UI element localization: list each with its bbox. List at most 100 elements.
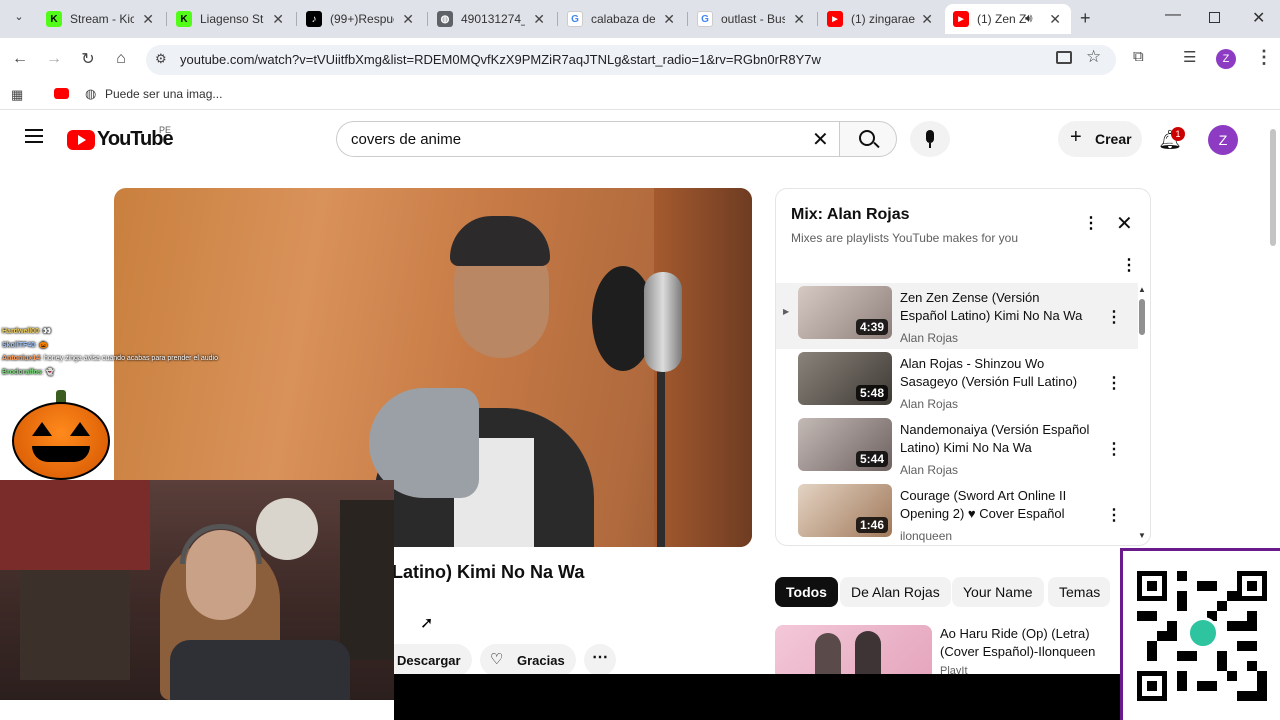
item-menu-kebab-icon[interactable]: ⋮	[1106, 373, 1122, 393]
region-code: PE	[159, 125, 172, 135]
browser-tab[interactable]: ♪ (99+)Respuestas ✕	[298, 4, 424, 34]
speaker-icon[interactable]: 🔊︎	[1025, 11, 1033, 26]
close-window-icon[interactable]: ✕	[1252, 8, 1265, 28]
bookmark-item[interactable]: Puede ser una imag...	[105, 87, 222, 101]
browser-tab[interactable]: G outlast - Bus ✕	[689, 4, 815, 34]
close-tab-icon[interactable]: ✕	[142, 11, 154, 28]
mix-item[interactable]: 5:48 Alan Rojas - Shinzou Wo Sasageyo (V…	[776, 349, 1138, 415]
hamburger-menu-icon[interactable]	[25, 129, 43, 143]
browser-tab[interactable]: K Stream - Kick ✕	[38, 4, 164, 34]
close-tab-icon[interactable]: ✕	[793, 11, 805, 28]
browser-tab-strip: ⌄ K Stream - Kick ✕ K Liagenso Stream ✕ …	[0, 0, 1280, 38]
install-app-icon[interactable]	[1056, 51, 1072, 64]
tab-search-dropdown-icon[interactable]: ⌄	[10, 10, 28, 28]
mix-item[interactable]: 5:44 Nandemonaiya (Versión Español Latin…	[776, 415, 1138, 481]
tab-title: 490131274_	[461, 12, 525, 26]
chip-your-name[interactable]: Your Name	[952, 577, 1044, 607]
home-icon[interactable]: ⌂	[108, 46, 134, 72]
browser-tab[interactable]: K Liagenso Stream ✕	[168, 4, 294, 34]
thanks-label: Gracias	[517, 653, 565, 668]
mix-options-kebab-icon[interactable]: ⋮	[1121, 255, 1137, 275]
mix-scrollbar[interactable]: ▲ ▼	[1138, 285, 1146, 543]
account-avatar[interactable]: Z	[1208, 125, 1238, 155]
duration-badge: 4:39	[855, 319, 888, 335]
profile-avatar[interactable]: Z	[1216, 49, 1236, 69]
close-tab-icon[interactable]: ✕	[533, 11, 545, 28]
close-tab-icon[interactable]: ✕	[921, 11, 933, 28]
back-icon[interactable]: ←	[7, 46, 33, 72]
recommendation-title[interactable]: Ao Haru Ride (Op) (Letra) (Cover Español…	[940, 625, 1110, 661]
duration-badge: 5:48	[855, 385, 888, 401]
extensions-icon[interactable]: ⧉	[1133, 48, 1144, 65]
tab-title: calabaza de	[591, 12, 655, 26]
youtube-bookmark-icon[interactable]	[54, 88, 69, 99]
google-icon: G	[567, 11, 583, 27]
mix-item-title: Alan Rojas - Shinzou Wo Sasageyo (Versió…	[900, 356, 1078, 389]
download-label: Descargar	[397, 653, 461, 668]
recommendation-thumbnail[interactable]	[775, 625, 932, 675]
url-text[interactable]: youtube.com/watch?v=tVUiitfbXmg&list=RDE…	[180, 52, 821, 67]
mix-item-channel: Alan Rojas	[900, 331, 959, 345]
chip-topics[interactable]: Temas	[1048, 577, 1110, 607]
mix-item[interactable]: ▶ 4:39 Zen Zen Zense (Versión Español La…	[776, 283, 1138, 349]
close-tab-icon[interactable]: ✕	[1049, 11, 1061, 28]
mix-item-channel: Alan Rojas	[900, 397, 959, 411]
mix-item-title: Nandemonaiya (Versión Español Latino) Ki…	[900, 422, 1090, 455]
apps-grid-icon[interactable]: ▦	[11, 87, 23, 103]
youtube-logo-icon[interactable]	[67, 130, 95, 150]
video-thumbnail: 5:48	[798, 352, 892, 405]
browser-tab-active[interactable]: ▶ (1) Zen Z 🔊︎ ✕	[945, 4, 1071, 34]
close-mix-icon[interactable]: ✕	[1116, 211, 1133, 236]
download-button[interactable]: Descargar	[394, 644, 472, 676]
studio-microphone	[644, 272, 682, 372]
duration-badge: 5:44	[855, 451, 888, 467]
mix-menu-kebab-icon[interactable]: ⋮	[1083, 213, 1099, 233]
new-tab-icon[interactable]: +	[1080, 8, 1091, 29]
pumpkin-icon	[12, 390, 110, 480]
now-playing-icon: ▶	[783, 307, 790, 316]
thanks-button[interactable]: ♡ Gracias	[480, 644, 576, 676]
browser-tab[interactable]: ▶ (1) zingaraes ✕	[819, 4, 943, 34]
search-input-value[interactable]: covers de anime	[351, 131, 461, 148]
kick-icon: K	[46, 11, 62, 27]
tiktok-icon: ♪	[306, 11, 322, 27]
close-tab-icon[interactable]: ✕	[272, 11, 284, 28]
browser-tab[interactable]: ◍ 490131274_ ✕	[429, 4, 555, 34]
reload-icon[interactable]: ↻	[75, 46, 101, 72]
chat-line: Antoniux14: honey zinga avisa cuando aca…	[2, 355, 218, 362]
youtube-icon: ▶	[827, 11, 843, 27]
tab-title: Stream - Kick	[70, 12, 134, 26]
duration-badge: 1:46	[855, 517, 888, 533]
site-info-icon[interactable]: ⚙	[155, 51, 167, 67]
chip-from-channel[interactable]: De Alan Rojas	[840, 577, 951, 607]
menu-kebab-icon[interactable]: ⋮	[1255, 47, 1273, 68]
tab-title: outlast - Bus	[721, 12, 785, 26]
mix-item-channel: ilonqueen	[900, 529, 953, 543]
item-menu-kebab-icon[interactable]: ⋮	[1106, 505, 1122, 525]
restore-icon[interactable]	[1209, 12, 1220, 23]
minimize-icon[interactable]: —	[1165, 6, 1181, 24]
mix-subtitle: Mixes are playlists YouTube makes for yo…	[791, 231, 1018, 245]
close-tab-icon[interactable]: ✕	[663, 11, 675, 28]
streamer-webcam	[0, 480, 394, 700]
yape-qr-code	[1120, 548, 1280, 720]
globe-icon: ◍	[437, 11, 453, 27]
clear-search-icon[interactable]: ✕	[812, 127, 829, 152]
create-button[interactable]: + Crear	[1058, 121, 1142, 157]
bookmark-star-icon[interactable]: ☆	[1086, 47, 1101, 67]
mix-item[interactable]: 1:46 Courage (Sword Art Online II Openin…	[776, 481, 1138, 545]
item-menu-kebab-icon[interactable]: ⋮	[1106, 439, 1122, 459]
browser-tab[interactable]: G calabaza de ✕	[559, 4, 685, 34]
media-control-icon[interactable]: ☰	[1183, 48, 1196, 66]
chat-line: SkollTF40: 🎃	[2, 341, 48, 349]
close-tab-icon[interactable]: ✕	[402, 11, 414, 28]
video-thumbnail: 1:46	[798, 484, 892, 537]
forward-icon[interactable]: →	[41, 46, 67, 72]
search-button[interactable]	[839, 121, 897, 157]
globe-icon: ◍	[85, 86, 97, 101]
item-menu-kebab-icon[interactable]: ⋮	[1106, 307, 1122, 327]
chip-all[interactable]: Todos	[775, 577, 838, 607]
voice-search-button[interactable]	[910, 121, 950, 157]
youtube-icon: ▶	[953, 11, 969, 27]
more-actions-button[interactable]: ⋯	[584, 644, 616, 676]
